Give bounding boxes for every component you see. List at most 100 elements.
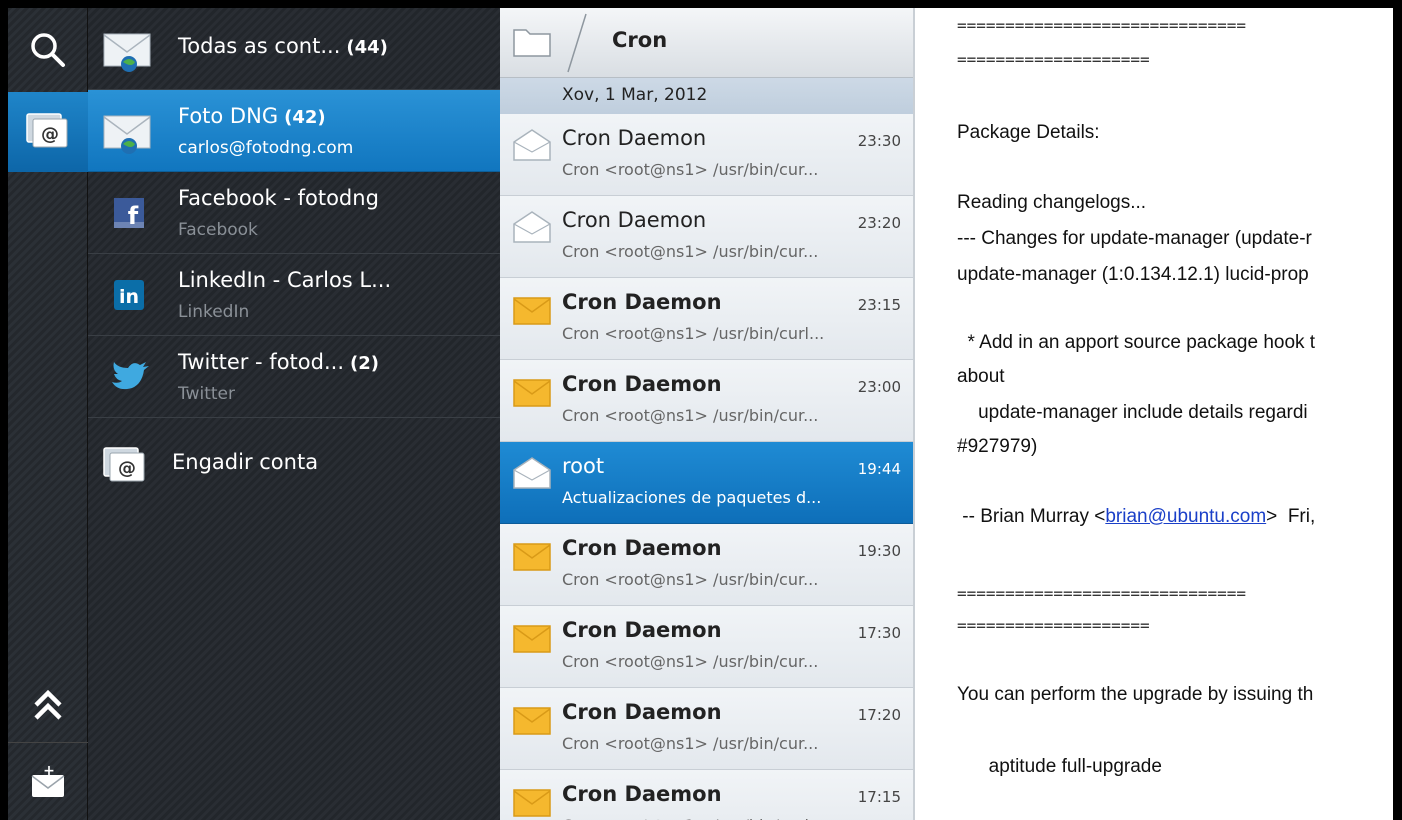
search-icon xyxy=(31,33,65,67)
unread-envelope-icon xyxy=(513,789,551,817)
account-name: Todas as cont... (44) xyxy=(178,34,388,58)
unread-envelope-icon xyxy=(513,379,551,407)
collapse-button[interactable] xyxy=(8,670,88,740)
search-button[interactable] xyxy=(8,8,88,92)
mail-globe-icon xyxy=(103,115,151,154)
svg-text:in: in xyxy=(119,286,139,308)
message-row[interactable]: Cron Daemon 17:15 Cron <root@ns1> /usr/bin… xyxy=(500,770,913,820)
account-item-facebook[interactable]: f Facebook - fotodng Facebook xyxy=(88,172,500,254)
message-time: 23:30 xyxy=(857,132,901,150)
window-edge xyxy=(1393,0,1402,820)
message-time: 23:15 xyxy=(857,296,901,314)
message-preview: Cron <root@ns1> /usr/bin/cur... xyxy=(562,734,819,753)
account-name: Facebook - fotodng xyxy=(178,186,379,210)
message-row[interactable]: Cron Daemon 23:00 Cron <root@ns1> /usr/bin… xyxy=(500,360,913,442)
message-row[interactable]: Cron Daemon 17:20 Cron <root@ns1> /usr/bin… xyxy=(500,688,913,770)
account-name: Foto DNG (42) xyxy=(178,104,326,128)
folder-header[interactable]: Cron xyxy=(500,8,913,78)
account-email: carlos@fotodng.com xyxy=(178,138,354,158)
body-line: update-manager include details regardi xyxy=(957,402,1308,423)
left-rail: @ + xyxy=(8,8,88,820)
svg-text:@: @ xyxy=(41,124,59,145)
message-sender: Cron Daemon xyxy=(562,536,722,560)
message-preview: Cron <root@ns1> /usr/bin/cur... xyxy=(562,242,819,261)
separator-line: ==================== xyxy=(957,50,1150,69)
separator-line: ============================== xyxy=(957,16,1246,35)
package-details-heading: Package Details: xyxy=(957,122,1100,143)
account-service: Twitter xyxy=(178,384,235,404)
body-line: Reading changelogs... xyxy=(957,192,1147,213)
svg-text:+: + xyxy=(43,763,55,779)
account-service: LinkedIn xyxy=(178,302,250,322)
message-sender: root xyxy=(562,454,605,478)
svg-text:@: @ xyxy=(118,458,136,479)
mail-globe-icon xyxy=(103,33,151,72)
message-row[interactable]: Cron Daemon 23:20 Cron <root@ns1> /usr/bin… xyxy=(500,196,913,278)
account-service: Facebook xyxy=(178,220,258,240)
read-envelope-icon xyxy=(513,129,551,161)
add-account-icon: @ xyxy=(103,447,145,482)
message-sender: Cron Daemon xyxy=(562,208,707,232)
accounts-button[interactable]: @ xyxy=(8,92,88,172)
message-sender: Cron Daemon xyxy=(562,290,722,314)
message-preview: Cron <root@ns1> /usr/bin/curl... xyxy=(562,324,825,343)
message-time: 17:15 xyxy=(857,788,901,806)
signature-line: -- Brian Murray <brian@ubuntu.com> Fri, xyxy=(957,506,1316,527)
reading-pane[interactable]: ============================== =========… xyxy=(913,8,1393,820)
message-preview: Cron <root@ns1> /usr/bin/curl... xyxy=(562,816,902,820)
body-line: You can perform the upgrade by issuing t… xyxy=(957,684,1314,705)
message-preview: Actualizaciones de paquetes d... xyxy=(562,488,822,507)
message-sender: Cron Daemon xyxy=(562,700,722,724)
message-sender: Cron Daemon xyxy=(562,782,722,806)
unread-envelope-icon xyxy=(513,625,551,653)
message-row[interactable]: Cron Daemon 23:30 Cron <root@ns1> /usr/bin… xyxy=(500,114,913,196)
breadcrumb-separator xyxy=(567,13,587,73)
message-time: 17:20 xyxy=(857,706,901,724)
account-name: LinkedIn - Carlos L... xyxy=(178,268,392,292)
message-preview: Cron <root@ns1> /usr/bin/cur... xyxy=(562,570,819,589)
account-item-twitter[interactable]: Twitter - fotod... (2) Twitter xyxy=(88,336,500,418)
message-row[interactable]: root 19:44 Actualizaciones de paquetes d..… xyxy=(500,442,913,524)
message-sender: Cron Daemon xyxy=(562,372,722,396)
separator-line: ==================== xyxy=(957,616,1150,635)
separator-line: ============================== xyxy=(957,584,1246,603)
add-account-button[interactable]: @ Engadir conta xyxy=(88,438,500,498)
read-envelope-icon xyxy=(513,211,551,243)
add-account-label: Engadir conta xyxy=(172,450,319,474)
account-item-foto-dng[interactable]: Foto DNG (42) carlos@fotodng.com xyxy=(88,90,500,172)
twitter-icon xyxy=(112,362,149,390)
date-header: Xov, 1 Mar, 2012 xyxy=(500,78,913,114)
message-preview: Cron <root@ns1> /usr/bin/cur... xyxy=(562,652,819,671)
unread-envelope-icon xyxy=(513,543,551,571)
message-sender: Cron Daemon xyxy=(562,126,707,150)
compose-icon: + xyxy=(31,763,65,797)
unread-envelope-icon xyxy=(513,297,551,325)
account-item-linkedin[interactable]: in LinkedIn - Carlos L... LinkedIn xyxy=(88,254,500,336)
linkedin-icon: in xyxy=(114,280,144,310)
message-time: 23:00 xyxy=(857,378,901,396)
compose-button[interactable]: + xyxy=(8,742,88,820)
message-row[interactable]: Cron Daemon 19:30 Cron <root@ns1> /usr/bin… xyxy=(500,524,913,606)
message-time: 23:20 xyxy=(857,214,901,232)
body-line: #927979) xyxy=(957,436,1038,457)
body-line: about xyxy=(957,366,1005,387)
command-line: aptitude full-upgrade xyxy=(957,756,1162,777)
facebook-icon: f xyxy=(114,198,144,230)
body-line: * Add in an apport source package hook t xyxy=(957,332,1316,353)
read-envelope-icon xyxy=(513,457,551,489)
accounts-at-icon: @ xyxy=(26,113,68,148)
message-time: 19:30 xyxy=(857,542,901,560)
svg-text:f: f xyxy=(128,202,139,230)
account-name: Twitter - fotod... (2) xyxy=(178,350,379,374)
collapse-up-icon xyxy=(34,689,62,720)
email-link[interactable]: brian@ubuntu.com xyxy=(1105,506,1266,527)
folder-icon xyxy=(513,29,551,57)
message-time: 19:44 xyxy=(857,460,901,478)
body-line: update-manager (1:0.134.12.1) lucid-prop xyxy=(957,264,1309,285)
app-window: @ + Todas as cont... (44) Foto DNG (42) … xyxy=(0,0,1402,820)
accounts-panel: Todas as cont... (44) Foto DNG (42) carlos… xyxy=(88,8,500,820)
account-item-all[interactable]: Todas as cont... (44) xyxy=(88,8,500,90)
message-row[interactable]: Cron Daemon 23:15 Cron <root@ns1> /usr/bin… xyxy=(500,278,913,360)
message-preview: Cron <root@ns1> /usr/bin/cur... xyxy=(562,406,819,425)
message-row[interactable]: Cron Daemon 17:30 Cron <root@ns1> /usr/bin… xyxy=(500,606,913,688)
